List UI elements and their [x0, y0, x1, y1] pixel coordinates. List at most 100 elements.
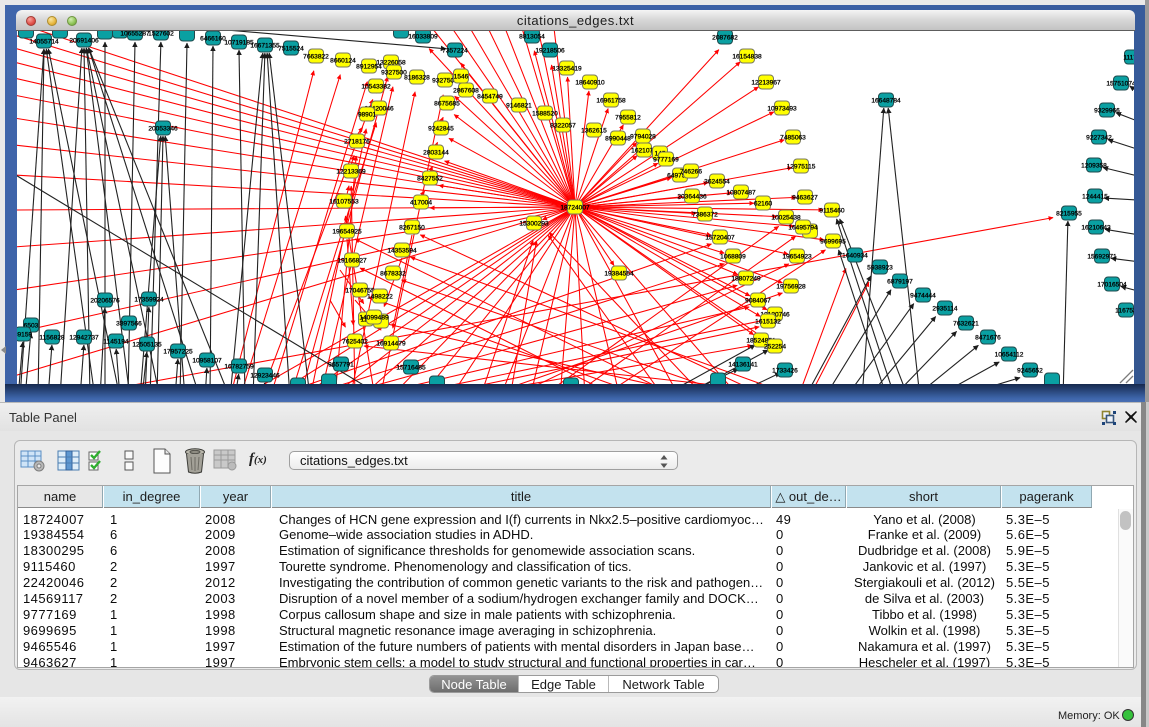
- svg-text:7632621: 7632621: [953, 320, 979, 327]
- svg-text:746266: 746266: [680, 168, 702, 175]
- svg-text:9227342: 9227342: [1086, 134, 1112, 141]
- svg-text:62160: 62160: [754, 200, 773, 207]
- svg-text:19218506: 19218506: [535, 47, 565, 54]
- svg-text:10807487: 10807487: [726, 189, 756, 196]
- svg-text:1615132: 1615132: [755, 318, 781, 325]
- svg-text:17957225: 17957225: [163, 348, 193, 355]
- svg-text:10973493: 10973493: [767, 105, 797, 112]
- svg-text:1362615: 1362615: [581, 127, 607, 134]
- svg-text:12213369: 12213369: [336, 168, 366, 175]
- svg-text:8215955: 8215955: [1056, 210, 1082, 217]
- svg-text:252254: 252254: [764, 343, 786, 350]
- svg-text:1498222: 1498222: [367, 293, 393, 300]
- svg-text:8990448: 8990448: [605, 135, 631, 142]
- svg-text:1145194: 1145194: [103, 338, 129, 345]
- svg-text:16671355: 16671355: [250, 42, 280, 49]
- svg-text:15751074: 15751074: [1106, 80, 1134, 87]
- svg-text:9146821: 9146821: [506, 102, 532, 109]
- svg-text:16495794: 16495794: [788, 224, 818, 231]
- svg-text:1244415: 1244415: [1082, 193, 1108, 200]
- svg-text:9245652: 9245652: [1017, 367, 1043, 374]
- svg-text:14136141: 14136141: [728, 361, 758, 368]
- svg-text:9777169: 9777169: [653, 156, 679, 163]
- svg-text:1733426: 1733426: [772, 367, 798, 374]
- svg-text:417004: 417004: [410, 199, 432, 206]
- svg-text:10543382: 10543382: [361, 83, 391, 90]
- svg-text:8678332: 8678332: [380, 270, 406, 277]
- svg-text:9657791: 9657791: [328, 361, 354, 368]
- svg-text:16107553: 16107553: [329, 198, 359, 205]
- svg-text:2935114: 2935114: [932, 305, 958, 312]
- svg-text:3397566: 3397566: [116, 320, 142, 327]
- svg-text:16648784: 16648784: [871, 97, 901, 104]
- svg-text:19384554: 19384554: [604, 270, 634, 277]
- svg-text:7485063: 7485063: [780, 134, 806, 141]
- svg-text:98901: 98901: [358, 111, 377, 118]
- svg-text:8267150: 8267150: [399, 224, 425, 231]
- svg-text:5938923: 5938923: [867, 264, 893, 271]
- svg-text:1068809: 1068809: [720, 253, 746, 260]
- svg-text:12923446: 12923446: [250, 372, 280, 379]
- svg-text:17359924: 17359924: [134, 296, 164, 303]
- svg-text:18724007: 18724007: [560, 204, 590, 211]
- svg-text:19654923: 19654923: [782, 253, 812, 260]
- svg-text:2718176: 2718176: [344, 138, 370, 145]
- svg-text:1640934: 1640934: [842, 252, 868, 259]
- svg-text:16033809: 16033809: [408, 33, 438, 40]
- svg-text:1527602: 1527602: [148, 31, 174, 37]
- svg-text:9463627: 9463627: [792, 194, 818, 201]
- svg-text:2803144: 2803144: [423, 149, 449, 156]
- svg-text:18807249: 18807249: [731, 275, 761, 282]
- svg-text:6466160: 6466160: [200, 35, 226, 42]
- svg-text:20053346: 20053346: [148, 125, 178, 132]
- svg-text:7515524: 7515524: [278, 45, 304, 52]
- svg-text:1156828: 1156828: [39, 334, 65, 341]
- svg-text:8471676: 8471676: [975, 334, 1001, 341]
- svg-text:9699695: 9699695: [820, 238, 846, 245]
- svg-text:8675685: 8675685: [434, 100, 460, 107]
- svg-text:6879197: 6879197: [887, 278, 913, 285]
- svg-text:9794028: 9794028: [630, 133, 656, 140]
- svg-text:116753: 116753: [1115, 307, 1134, 314]
- svg-text:7625402: 7625402: [342, 338, 368, 345]
- svg-text:39159: 39159: [17, 331, 32, 338]
- svg-text:7386372: 7386372: [692, 211, 718, 218]
- svg-text:8427552: 8427552: [417, 175, 443, 182]
- svg-text:11172: 11172: [1123, 54, 1134, 61]
- svg-text:15716485: 15716485: [396, 364, 426, 371]
- svg-text:14099489: 14099489: [359, 314, 389, 321]
- svg-text:20206576: 20206576: [90, 297, 120, 304]
- svg-text:12213967: 12213967: [751, 79, 781, 86]
- svg-text:8813054: 8813054: [519, 33, 545, 40]
- svg-text:2087682: 2087682: [712, 34, 738, 41]
- svg-text:14055714: 14055714: [29, 38, 59, 45]
- svg-text:7357224: 7357224: [442, 47, 468, 54]
- svg-text:8454749: 8454749: [477, 93, 503, 100]
- svg-text:10655287: 10655287: [120, 31, 150, 37]
- svg-text:9084067: 9084067: [745, 297, 771, 304]
- svg-text:15300293: 15300293: [519, 220, 549, 227]
- svg-text:12505135: 12505135: [132, 341, 162, 348]
- svg-text:20364436: 20364436: [677, 193, 707, 200]
- svg-text:19166827: 19166827: [337, 257, 367, 264]
- svg-text:9329966: 9329966: [1094, 107, 1120, 114]
- svg-text:7663822: 7663822: [303, 53, 329, 60]
- svg-text:14353594: 14353594: [387, 247, 417, 254]
- svg-text:13325419: 13325419: [552, 65, 582, 72]
- svg-text:16210643: 16210643: [1081, 224, 1111, 231]
- svg-text:1588520: 1588520: [532, 110, 558, 117]
- svg-text:12975115: 12975115: [787, 163, 816, 170]
- svg-text:16154838: 16154838: [732, 53, 762, 60]
- svg-text:9474444: 9474444: [910, 292, 936, 299]
- svg-text:18640910: 18640910: [575, 79, 605, 86]
- svg-text:1546: 1546: [454, 73, 469, 80]
- svg-text:2867608: 2867608: [453, 87, 479, 94]
- svg-text:7955812: 7955812: [615, 114, 641, 121]
- svg-text:16961758: 16961758: [596, 97, 626, 104]
- svg-text:15692971: 15692971: [1087, 253, 1117, 260]
- svg-text:17016504: 17016504: [1097, 281, 1127, 288]
- svg-text:20691406: 20691406: [69, 37, 99, 44]
- svg-text:19756928: 19756928: [776, 283, 806, 290]
- svg-text:1209358: 1209358: [1081, 162, 1107, 169]
- svg-text:8660124: 8660124: [330, 57, 356, 64]
